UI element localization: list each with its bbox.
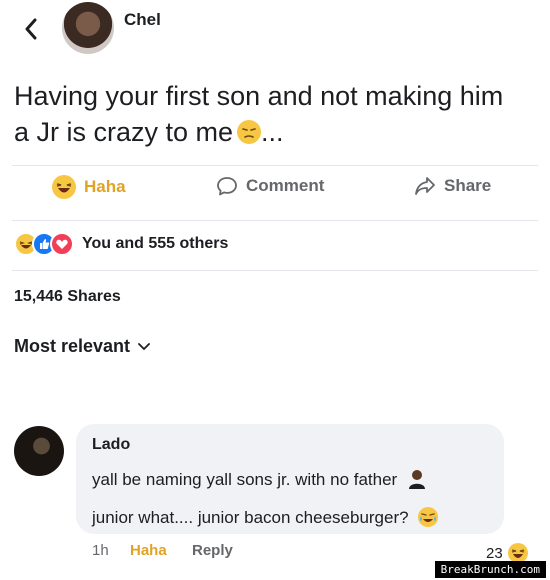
comment-line: junior what.... junior bacon cheeseburge… [92,506,439,528]
sort-label: Most relevant [14,336,131,356]
chevron-left-icon [25,18,37,40]
man-emoji-icon [408,470,425,489]
comment-button[interactable]: Comment [216,175,324,197]
comment-haha-button[interactable]: Haha [130,542,167,559]
chevron-down-icon [138,342,150,350]
share-icon [415,177,435,195]
share-button[interactable]: Share [414,175,491,197]
watermark: BreakBrunch.com [434,561,546,578]
love-reaction-icon [50,232,74,256]
haha-emoji-icon [52,175,76,199]
comment-text-1: yall be naming yall sons jr. with no fat… [92,470,398,489]
comment-reply-button[interactable]: Reply [192,542,233,559]
haha-button[interactable]: Haha [52,175,126,199]
reaction-count: 23 [486,544,503,562]
comment-label: Comment [246,176,325,195]
tears-of-joy-emoji-icon [418,507,439,527]
reactions-summary[interactable]: You and 555 others [14,232,228,256]
comment-timestamp: 1h [92,542,109,559]
sort-dropdown[interactable]: Most relevant [14,336,150,357]
back-button[interactable] [20,14,42,44]
comment-line: yall be naming yall sons jr. with no fat… [92,468,428,490]
post-text: Having your first son and not making him… [14,78,514,150]
shares-count[interactable]: 15,446 Shares [14,288,121,306]
commenter-name[interactable]: Lado [92,436,130,454]
haha-label: Haha [84,177,126,196]
divider [12,270,538,271]
divider [12,165,538,166]
unamused-emoji-icon [237,120,262,144]
commenter-avatar[interactable] [14,426,64,476]
divider [12,220,538,221]
comment-icon [217,177,237,196]
reactions-label: You and 555 others [82,235,229,252]
author-name[interactable]: Chel [124,10,161,30]
author-avatar[interactable] [62,2,114,54]
share-label: Share [444,176,492,195]
post-ellipsis: ... [261,117,284,147]
comment-text-2: junior what.... junior bacon cheeseburge… [92,508,409,527]
